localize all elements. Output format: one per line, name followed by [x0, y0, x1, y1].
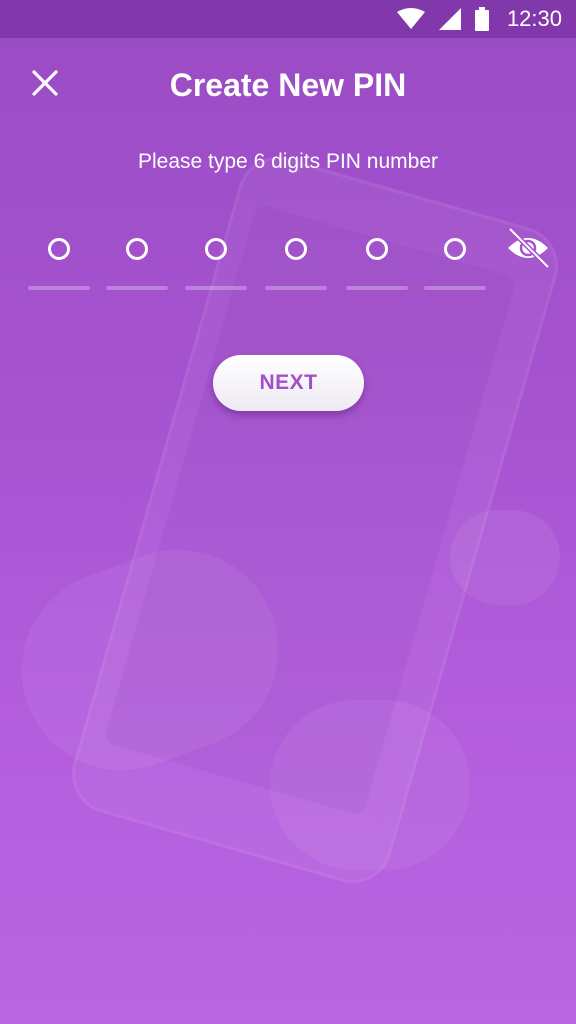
pin-dot [48, 238, 70, 260]
toggle-pin-visibility-button[interactable] [505, 226, 551, 270]
close-button[interactable] [26, 66, 64, 104]
background-finger-shape [450, 510, 560, 605]
background-hand-shape [0, 521, 307, 799]
status-time: 12:30 [506, 6, 562, 31]
wifi-icon [396, 8, 425, 30]
pin-dot [205, 238, 227, 260]
pin-input[interactable] [0, 222, 576, 294]
close-icon [32, 69, 58, 101]
next-button[interactable]: NEXT [213, 355, 364, 411]
signal-icon [438, 8, 461, 30]
pin-underline [185, 286, 247, 290]
pin-underline [28, 286, 90, 290]
pin-dot [444, 238, 466, 260]
eye-off-icon [505, 227, 551, 274]
pin-digit-3[interactable] [185, 222, 247, 292]
page-title: Create New PIN [169, 66, 407, 103]
pin-digit-6[interactable] [424, 222, 486, 292]
battery-icon [474, 7, 489, 31]
status-bar: 12:30 [0, 0, 576, 38]
pin-dot [285, 238, 307, 260]
pin-underline [346, 286, 408, 290]
pin-underline [106, 286, 168, 290]
pin-dot [126, 238, 148, 260]
pin-underline [265, 286, 327, 290]
pin-digit-1[interactable] [28, 222, 90, 292]
pin-digit-2[interactable] [106, 222, 168, 292]
background-hand-shape [270, 700, 470, 870]
pin-instruction: Please type 6 digits PIN number [138, 150, 438, 173]
background-phone-screen [103, 203, 517, 817]
pin-underline [424, 286, 486, 290]
pin-dot [366, 238, 388, 260]
app-header: Create New PIN [0, 38, 576, 132]
pin-digit-4[interactable] [265, 222, 327, 292]
pin-digit-5[interactable] [346, 222, 408, 292]
